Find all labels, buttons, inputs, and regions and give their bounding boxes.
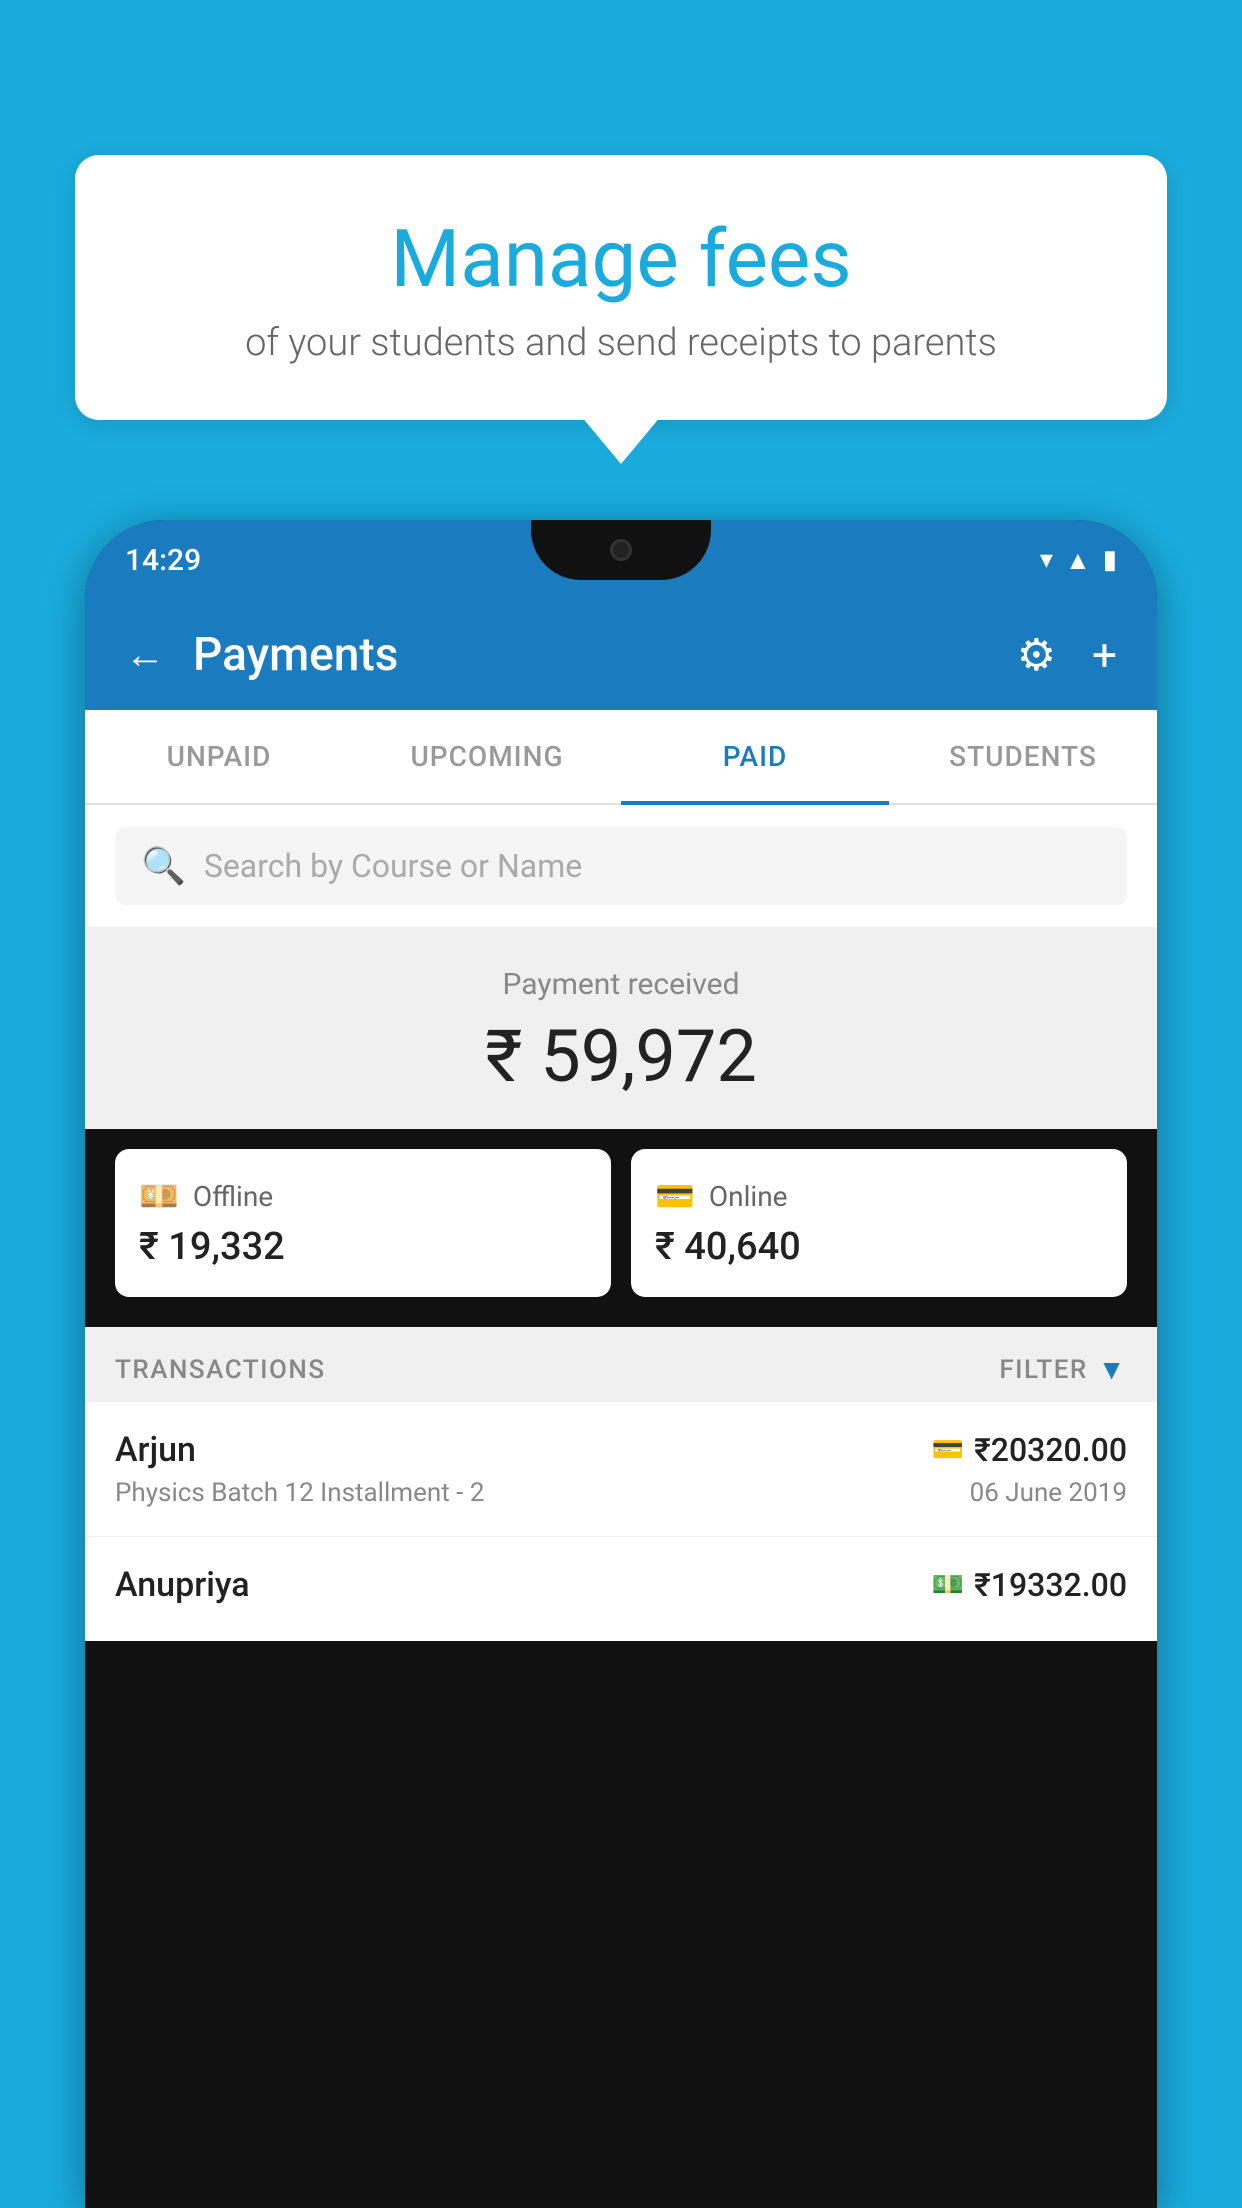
online-amount: ₹ 40,640	[655, 1225, 1103, 1269]
online-label: Online	[709, 1180, 788, 1213]
status-time: 14:29	[125, 543, 201, 578]
search-icon: 🔍	[141, 845, 186, 887]
header-left: ← Payments	[125, 628, 398, 682]
payment-cards: 💴 Offline ₹ 19,332 💳 Online ₹ 40,640	[85, 1129, 1157, 1327]
transaction-amount-wrapper: 💵 ₹19332.00	[932, 1566, 1127, 1604]
transaction-list: Arjun 💳 ₹20320.00 Physics Batch 12 Insta…	[85, 1402, 1157, 1641]
offline-icon: 💴	[139, 1177, 179, 1215]
online-icon: 💳	[655, 1177, 695, 1215]
filter-label: FILTER	[999, 1355, 1087, 1385]
transactions-header: TRANSACTIONS FILTER ▼	[85, 1327, 1157, 1402]
payment-total-amount: ₹ 59,972	[115, 1014, 1127, 1099]
filter-button[interactable]: FILTER ▼	[999, 1353, 1127, 1386]
app-header: ← Payments ⚙ +	[85, 600, 1157, 710]
add-button[interactable]: +	[1092, 629, 1117, 681]
transaction-amount: ₹19332.00	[974, 1566, 1127, 1604]
tab-unpaid[interactable]: UNPAID	[85, 710, 353, 803]
payment-label: Payment received	[115, 967, 1127, 1002]
transaction-detail: Physics Batch 12 Installment - 2	[115, 1478, 484, 1508]
page-title: Payments	[193, 628, 398, 682]
offline-amount: ₹ 19,332	[139, 1225, 587, 1269]
bubble-title: Manage fees	[125, 215, 1117, 303]
filter-icon: ▼	[1098, 1353, 1127, 1386]
transaction-top: Anupriya 💵 ₹19332.00	[115, 1565, 1127, 1605]
offline-card-header: 💴 Offline	[139, 1177, 587, 1215]
online-card-header: 💳 Online	[655, 1177, 1103, 1215]
promo-bubble: Manage fees of your students and send re…	[75, 155, 1167, 420]
wifi-icon: ▾	[1040, 545, 1053, 575]
transaction-top: Arjun 💳 ₹20320.00	[115, 1430, 1127, 1470]
transaction-name: Arjun	[115, 1430, 196, 1470]
tab-students[interactable]: STUDENTS	[889, 710, 1157, 803]
search-input[interactable]: Search by Course or Name	[204, 847, 582, 885]
transaction-date: 06 June 2019	[970, 1478, 1127, 1508]
signal-icon: ▲	[1065, 545, 1091, 576]
transaction-amount: ₹20320.00	[974, 1431, 1127, 1469]
status-bar: 14:29 ▾ ▲ ▮	[85, 520, 1157, 600]
transaction-amount-wrapper: 💳 ₹20320.00	[932, 1431, 1127, 1469]
payment-method-icon: 💵	[932, 1570, 964, 1600]
transactions-label: TRANSACTIONS	[115, 1355, 326, 1385]
header-right: ⚙ +	[1017, 629, 1117, 681]
phone-frame: 14:29 ▾ ▲ ▮ ← Payments ⚙ + UNPAID UPCOMI…	[85, 520, 1157, 2208]
tab-upcoming[interactable]: UPCOMING	[353, 710, 621, 803]
transaction-name: Anupriya	[115, 1565, 250, 1605]
status-icons: ▾ ▲ ▮	[1040, 545, 1117, 576]
online-payment-card: 💳 Online ₹ 40,640	[631, 1149, 1127, 1297]
tab-paid[interactable]: PAID	[621, 710, 889, 803]
search-bar: 🔍 Search by Course or Name	[85, 805, 1157, 927]
tab-bar: UNPAID UPCOMING PAID STUDENTS	[85, 710, 1157, 805]
offline-payment-card: 💴 Offline ₹ 19,332	[115, 1149, 611, 1297]
camera	[610, 539, 632, 561]
settings-icon[interactable]: ⚙	[1017, 629, 1056, 681]
battery-icon: ▮	[1103, 545, 1117, 575]
payment-summary: Payment received ₹ 59,972	[85, 927, 1157, 1129]
offline-label: Offline	[193, 1180, 273, 1213]
search-input-wrapper[interactable]: 🔍 Search by Course or Name	[115, 827, 1127, 905]
transaction-row[interactable]: Anupriya 💵 ₹19332.00	[85, 1537, 1157, 1641]
back-button[interactable]: ←	[125, 635, 165, 675]
transaction-bottom: Physics Batch 12 Installment - 2 06 June…	[115, 1478, 1127, 1508]
transaction-row[interactable]: Arjun 💳 ₹20320.00 Physics Batch 12 Insta…	[85, 1402, 1157, 1537]
payment-method-icon: 💳	[932, 1435, 964, 1465]
bubble-subtitle: of your students and send receipts to pa…	[125, 321, 1117, 365]
notch	[531, 520, 711, 580]
